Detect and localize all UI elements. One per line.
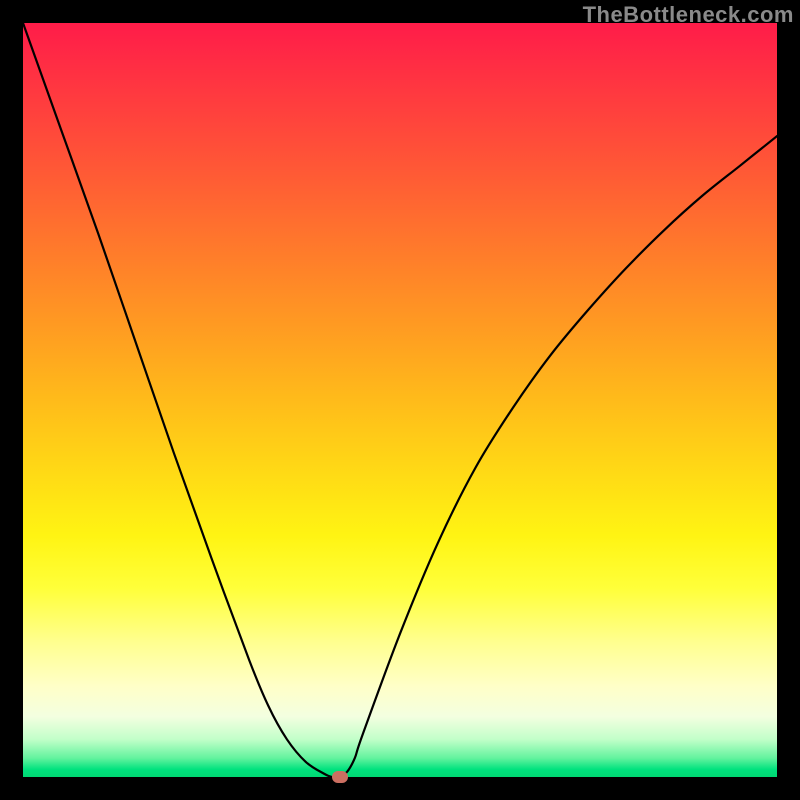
chart-svg [23, 23, 777, 777]
min-marker [332, 771, 348, 783]
bottleneck-curve [23, 23, 777, 777]
chart-frame [23, 23, 777, 777]
